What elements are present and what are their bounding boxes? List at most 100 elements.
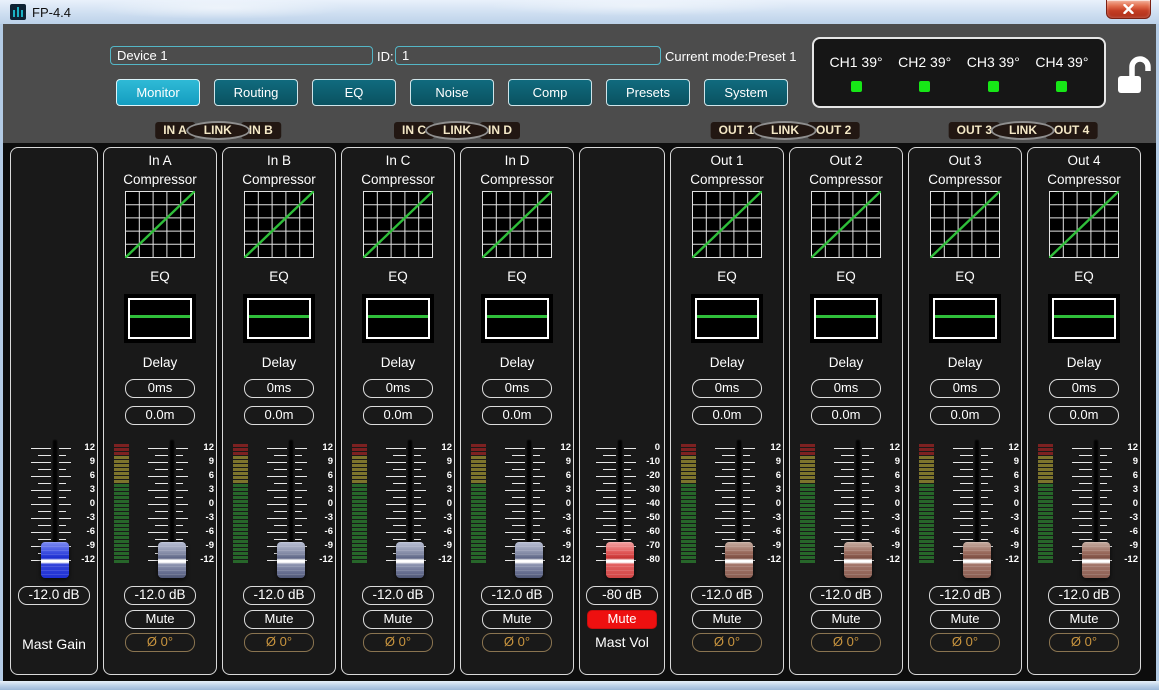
- eq-graph[interactable]: [124, 294, 196, 343]
- gain-readout[interactable]: -12.0 dB: [243, 586, 315, 605]
- gain-readout[interactable]: -12.0 dB: [18, 586, 90, 605]
- level-meter-icon: [800, 444, 815, 563]
- close-button[interactable]: [1106, 0, 1151, 19]
- gain-readout[interactable]: -12.0 dB: [810, 586, 882, 605]
- phase-button[interactable]: Ø 0°: [930, 633, 1000, 652]
- compressor-graph[interactable]: [363, 191, 433, 258]
- mute-button[interactable]: Mute: [811, 610, 881, 629]
- eq-curve: [935, 315, 995, 318]
- fader-handle[interactable]: [158, 542, 186, 578]
- compressor-graph[interactable]: [811, 191, 881, 258]
- eq-graph[interactable]: [929, 294, 1001, 343]
- phase-button[interactable]: Ø 0°: [125, 633, 195, 652]
- fader-handle[interactable]: [963, 542, 991, 578]
- delay-distance-button[interactable]: 0.0m: [811, 406, 881, 425]
- tab-comp[interactable]: Comp: [508, 79, 592, 106]
- delay-ms-button[interactable]: 0ms: [363, 379, 433, 398]
- fader-handle[interactable]: [396, 542, 424, 578]
- eq-graph[interactable]: [810, 294, 882, 343]
- fader-handle[interactable]: [515, 542, 543, 578]
- mute-button[interactable]: Mute: [1049, 610, 1119, 629]
- mute-button[interactable]: Mute: [482, 610, 552, 629]
- delay-distance-button[interactable]: 0.0m: [930, 406, 1000, 425]
- delay-ms-button[interactable]: 0ms: [1049, 379, 1119, 398]
- phase-button[interactable]: Ø 0°: [692, 633, 762, 652]
- mute-button[interactable]: Mute: [587, 610, 657, 629]
- fader-handle[interactable]: [606, 542, 634, 578]
- compressor-label: Compressor: [480, 171, 554, 188]
- fader-area: 129630-3-6-9-12: [790, 439, 902, 579]
- compressor-graph[interactable]: [1049, 191, 1119, 258]
- phase-button[interactable]: Ø 0°: [244, 633, 314, 652]
- gain-readout[interactable]: -12.0 dB: [362, 586, 434, 605]
- link-toggle[interactable]: LINK: [186, 121, 250, 140]
- fader-handle[interactable]: [277, 542, 305, 578]
- mute-button[interactable]: Mute: [125, 610, 195, 629]
- mute-button[interactable]: Mute: [930, 610, 1000, 629]
- mute-button[interactable]: Mute: [363, 610, 433, 629]
- compressor-graph[interactable]: [125, 191, 195, 258]
- strip-title: In C: [386, 152, 411, 169]
- eq-graph[interactable]: [1048, 294, 1120, 343]
- device-name-input[interactable]: [110, 46, 373, 65]
- gain-readout[interactable]: -80 dB: [586, 586, 658, 605]
- link-toggle[interactable]: LINK: [991, 121, 1055, 140]
- delay-ms-button[interactable]: 0ms: [811, 379, 881, 398]
- fader-handle[interactable]: [844, 542, 872, 578]
- eq-graph[interactable]: [691, 294, 763, 343]
- delay-distance-button[interactable]: 0.0m: [125, 406, 195, 425]
- eq-curve: [130, 315, 190, 318]
- delay-ms-button[interactable]: 0ms: [482, 379, 552, 398]
- delay-distance-button[interactable]: 0.0m: [1049, 406, 1119, 425]
- gain-readout[interactable]: -12.0 dB: [691, 586, 763, 605]
- fader-handle[interactable]: [725, 542, 753, 578]
- eq-graph[interactable]: [362, 294, 434, 343]
- eq-graph[interactable]: [243, 294, 315, 343]
- eq-graph[interactable]: [481, 294, 553, 343]
- fader-handle[interactable]: [1082, 542, 1110, 578]
- tab-eq[interactable]: EQ: [312, 79, 396, 106]
- fader-area: 0-10-20-30-40-50-60-70-80: [580, 439, 664, 579]
- link-toggle[interactable]: LINK: [753, 121, 817, 140]
- delay-ms-button[interactable]: 0ms: [692, 379, 762, 398]
- tab-system[interactable]: System: [704, 79, 788, 106]
- fader-area: 129630-3-6-9-12: [223, 439, 335, 579]
- tab-noise[interactable]: Noise: [410, 79, 494, 106]
- delay-distance-button[interactable]: 0.0m: [692, 406, 762, 425]
- tab-presets[interactable]: Presets: [606, 79, 690, 106]
- tab-routing[interactable]: Routing: [214, 79, 298, 106]
- mute-button[interactable]: Mute: [692, 610, 762, 629]
- strip-in-d: In DCompressorEQDelay0ms0.0m129630-3-6-9…: [460, 147, 574, 675]
- eq-curve: [487, 315, 547, 318]
- delay-ms-button[interactable]: 0ms: [930, 379, 1000, 398]
- strip-title: Out 4: [1067, 152, 1100, 169]
- delay-ms-button[interactable]: 0ms: [244, 379, 314, 398]
- phase-button[interactable]: Ø 0°: [1049, 633, 1119, 652]
- delay-ms-button[interactable]: 0ms: [125, 379, 195, 398]
- compressor-graph[interactable]: [930, 191, 1000, 258]
- phase-button[interactable]: Ø 0°: [811, 633, 881, 652]
- link-toggle[interactable]: LINK: [425, 121, 489, 140]
- compressor-graph[interactable]: [482, 191, 552, 258]
- status-led-icon: [1056, 81, 1067, 92]
- delay-distance-button[interactable]: 0.0m: [244, 406, 314, 425]
- mute-button[interactable]: Mute: [244, 610, 314, 629]
- delay-distance-button[interactable]: 0.0m: [363, 406, 433, 425]
- gain-readout[interactable]: -12.0 dB: [124, 586, 196, 605]
- link-row: IN ALINKIN BIN CLINKIN DOUT 1LINKOUT 2OU…: [3, 121, 1156, 143]
- fader-handle[interactable]: [41, 542, 69, 578]
- gain-readout[interactable]: -12.0 dB: [929, 586, 1001, 605]
- compressor-graph[interactable]: [244, 191, 314, 258]
- fader-scale: 129630-3-6-9-12: [426, 439, 452, 579]
- phase-button[interactable]: Ø 0°: [363, 633, 433, 652]
- id-input[interactable]: [395, 46, 661, 65]
- fader-area: 129630-3-6-9-12: [461, 439, 573, 579]
- window-frame-bottom: [0, 681, 1159, 690]
- compressor-graph[interactable]: [692, 191, 762, 258]
- tab-monitor[interactable]: Monitor: [116, 79, 200, 106]
- gain-readout[interactable]: -12.0 dB: [481, 586, 553, 605]
- phase-button[interactable]: Ø 0°: [482, 633, 552, 652]
- delay-distance-button[interactable]: 0.0m: [482, 406, 552, 425]
- lock-button[interactable]: [1115, 54, 1151, 96]
- gain-readout[interactable]: -12.0 dB: [1048, 586, 1120, 605]
